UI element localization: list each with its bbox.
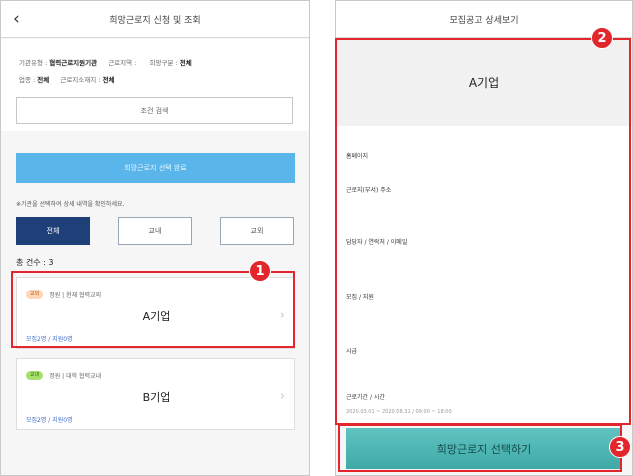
tab-off-campus[interactable]: 교외 — [220, 217, 294, 245]
filter-value: 협력근로지원기관 — [49, 59, 98, 67]
chevron-right-icon: › — [279, 389, 285, 404]
page-title: 모집공고 상세보기 — [449, 15, 519, 26]
tab-on-campus[interactable]: 교내 — [118, 217, 192, 245]
header: ‹ 희망근로지 신청 및 조회 — [1, 1, 309, 38]
filter-value: 전체 — [179, 59, 192, 67]
header: 모집공고 상세보기 — [336, 1, 632, 38]
filter-label: 희망구분 : — [149, 59, 178, 67]
list-item-company-b[interactable]: 교내 정원 | 대학 협력교내 B기업 모집2명 / 지원0명 › — [16, 358, 295, 430]
filter-label: 기관유형 : — [19, 59, 48, 67]
page-title: 희망근로지 신청 및 조회 — [109, 15, 201, 26]
guide-text: ※기관을 선택하여 상세 내역을 확인하세요. — [16, 201, 125, 208]
filter-value: 전체 — [102, 76, 115, 84]
callout-badge-2: 2 — [591, 27, 613, 49]
recruit-count: 모집2명 / 지원0명 — [26, 417, 73, 424]
filter-label: 근로지소재지 : — [60, 76, 101, 84]
company-name: B기업 — [142, 391, 171, 404]
highlight-box-3 — [338, 424, 622, 472]
search-button[interactable]: 조건 검색 — [16, 97, 293, 124]
apply-list-screen: ‹ 희망근로지 신청 및 조회 기관유형 : 협력근로지원기관 근로지역 : 희… — [0, 0, 310, 476]
back-arrow-icon[interactable]: ‹ — [13, 9, 20, 29]
highlight-box-2 — [335, 38, 631, 425]
tab-all[interactable]: 전체 — [16, 217, 90, 245]
apply-complete-button[interactable]: 희망근로지 선택 완료 — [16, 153, 295, 183]
status-badge: 교내 — [26, 371, 44, 380]
callout-badge-3: 3 — [609, 436, 631, 458]
filter-summary-line-1: 기관유형 : 협력근로지원기관 근로지역 : 희망구분 : 전체 — [19, 57, 192, 67]
card-meta-text: 정원 | 대학 협력교내 — [49, 373, 102, 380]
filter-label: 근로지역 : — [108, 59, 137, 67]
card-meta: 교내 정원 | 대학 협력교내 — [26, 371, 101, 380]
total-count: 총 건수 : 3 — [16, 258, 54, 267]
filter-label: 업종 : — [19, 76, 36, 84]
callout-badge-1: 1 — [249, 260, 271, 282]
highlight-box-1 — [11, 271, 295, 348]
filter-value: 전체 — [37, 76, 50, 84]
filter-summary-line-2: 업종 : 전체 근로지소재지 : 전체 — [19, 74, 115, 84]
stage: ‹ 희망근로지 신청 및 조회 기관유형 : 협력근로지원기관 근로지역 : 희… — [0, 0, 633, 476]
